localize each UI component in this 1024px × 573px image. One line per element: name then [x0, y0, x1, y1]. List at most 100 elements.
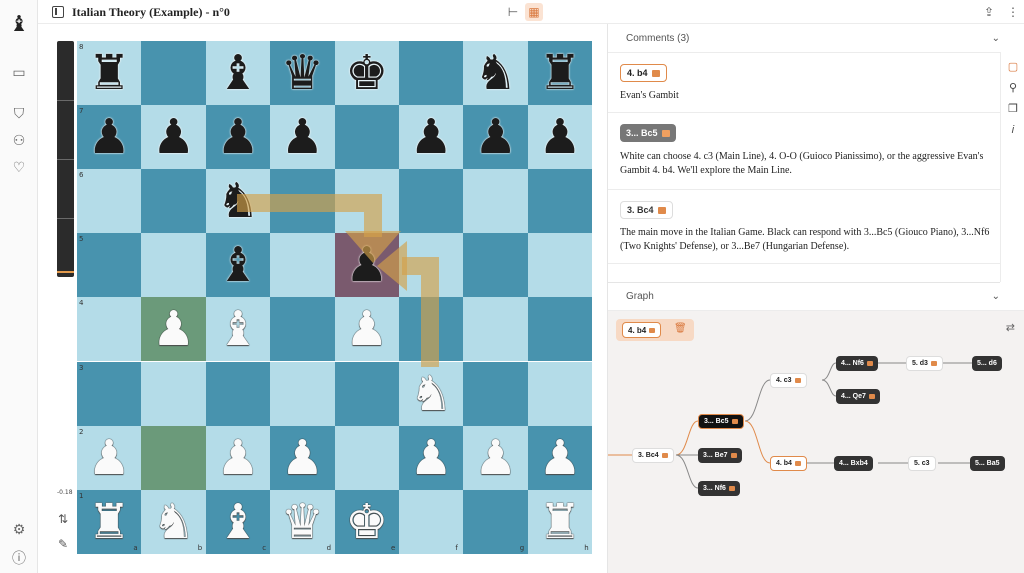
black-pawn-icon[interactable]: ♟ [206, 105, 270, 169]
comment-icon[interactable]: ▢ [1005, 58, 1021, 74]
square-f8[interactable] [399, 41, 464, 106]
graph-node[interactable]: 5... Ba5 [970, 456, 1005, 471]
white-knight-icon[interactable]: ♞ [141, 490, 205, 554]
black-knight-icon[interactable]: ♞ [463, 41, 527, 105]
black-rook-icon[interactable]: ♜ [77, 41, 141, 105]
graph-node[interactable]: 4... Nf6 [836, 356, 878, 371]
white-pawn-icon[interactable]: ♟ [528, 426, 592, 490]
graph-node[interactable]: 5... d6 [972, 356, 1002, 371]
square-b3[interactable] [141, 361, 206, 426]
white-pawn-icon[interactable]: ♟ [77, 426, 141, 490]
black-queen-icon[interactable]: ♛ [270, 41, 334, 105]
square-h6[interactable] [527, 169, 593, 234]
hand-heart-icon[interactable]: ♡ [9, 158, 29, 178]
square-f5[interactable] [399, 233, 464, 298]
black-bishop-icon[interactable]: ♝ [206, 41, 270, 105]
shield-check-icon[interactable]: ⛉ [9, 104, 29, 124]
board-view-icon[interactable]: ▦ [525, 3, 543, 21]
square-e2[interactable] [334, 425, 399, 490]
white-king-icon[interactable]: ♚ [335, 490, 399, 554]
square-h5[interactable] [527, 233, 593, 298]
square-f6[interactable] [399, 169, 464, 234]
graph-header[interactable]: Graph ⌄ [608, 282, 1000, 310]
comments-header[interactable]: Comments (3) ⌄ [608, 24, 1000, 52]
black-bishop-icon[interactable]: ♝ [206, 233, 270, 297]
share-icon[interactable]: ⇪ [980, 3, 998, 21]
pen-icon[interactable]: ✎ [58, 537, 68, 551]
square-e3[interactable] [334, 361, 399, 426]
gear-icon[interactable]: ⚙ [9, 520, 29, 540]
comment-move-chip[interactable]: 4. b4 [620, 64, 667, 82]
graph-node[interactable]: 5. d3 [906, 356, 943, 371]
chess-board[interactable]: ♜ ♝ ♛ ♚ ♞ ♜ ♟ ♟ ♟ ♟ ♟ ♟ ♟ ♞ ♝ ♟ ♟ ♝ ♟ ♞ ♟ ♟ ♟ ♟ ♟ ♟ ♜ ♞ ♝ ♛ ♚ ♜ 8765432… [77, 41, 593, 554]
square-d4[interactable] [270, 297, 335, 362]
white-bishop-icon[interactable]: ♝ [206, 297, 270, 361]
square-g5[interactable] [463, 233, 528, 298]
black-pawn-icon[interactable]: ♟ [141, 105, 205, 169]
white-pawn-icon[interactable]: ♟ [270, 426, 334, 490]
comment-move-chip[interactable]: 3... Bc5 [620, 124, 676, 142]
help-icon[interactable]: ⓘ [9, 548, 29, 568]
square-g6[interactable] [463, 169, 528, 234]
sidebar-toggle-icon[interactable] [52, 6, 64, 18]
graph-node[interactable]: 5. c3 [908, 456, 936, 471]
square-b8[interactable] [141, 41, 206, 106]
white-knight-icon[interactable]: ♞ [399, 362, 463, 426]
square-a3[interactable] [77, 361, 142, 426]
people-icon[interactable]: ⚇ [9, 131, 29, 151]
square-b6[interactable] [141, 169, 206, 234]
black-pawn-icon[interactable]: ♟ [270, 105, 334, 169]
graph-node[interactable]: 4. b4 [770, 456, 807, 471]
comment-move-chip[interactable]: 3. Bc4 [620, 201, 673, 219]
chess-bishop-logo-icon[interactable]: ♝ [9, 12, 29, 37]
comment-item[interactable]: 3. Bc4 The main move in the Italian Game… [608, 190, 1000, 264]
chevron-down-icon[interactable]: ⌄ [992, 33, 1000, 44]
square-f4[interactable] [399, 297, 464, 362]
square-f1[interactable] [399, 489, 464, 554]
square-a4[interactable] [77, 297, 142, 362]
square-g1[interactable] [463, 489, 528, 554]
add-user-icon[interactable]: ⚲ [1005, 79, 1021, 95]
swap-icon[interactable]: ⇄ [1006, 321, 1015, 334]
flip-board-icon[interactable]: ⇅ [58, 512, 68, 526]
white-rook-icon[interactable]: ♜ [528, 490, 592, 554]
square-d3[interactable] [270, 361, 335, 426]
white-pawn-icon[interactable]: ♟ [335, 297, 399, 361]
square-h4[interactable] [527, 297, 593, 362]
black-pawn-icon[interactable]: ♟ [528, 105, 592, 169]
square-d6[interactable] [270, 169, 335, 234]
square-a6[interactable] [77, 169, 142, 234]
more-options-icon[interactable]: ⋮ [1004, 3, 1022, 21]
comment-item[interactable]: 3... Bc5 White can choose 4. c3 (Main Li… [608, 113, 1000, 190]
square-g4[interactable] [463, 297, 528, 362]
square-e7[interactable] [334, 105, 399, 170]
graph-node[interactable]: 3... Bc5 [698, 414, 744, 429]
square-g3[interactable] [463, 361, 528, 426]
chevron-down-icon[interactable]: ⌄ [992, 291, 1000, 302]
square-b5[interactable] [141, 233, 206, 298]
white-pawn-icon[interactable]: ♟ [206, 426, 270, 490]
white-pawn-icon[interactable]: ♟ [399, 426, 463, 490]
graph-node[interactable]: 4... Bxb4 [834, 456, 873, 471]
black-pawn-icon[interactable]: ♟ [77, 105, 141, 169]
comment-item[interactable]: 4. b4 Evan's Gambit [608, 53, 1000, 113]
square-e6[interactable] [334, 169, 399, 234]
graph-node[interactable]: 3... Be7 [698, 448, 742, 463]
square-c3[interactable] [205, 361, 271, 426]
black-pawn-icon[interactable]: ♟ [335, 233, 399, 297]
white-pawn-icon[interactable]: ♟ [141, 297, 205, 361]
square-d5[interactable] [270, 233, 335, 298]
folder-icon[interactable]: ▭ [9, 63, 29, 83]
black-king-icon[interactable]: ♚ [335, 41, 399, 105]
move-graph[interactable]: 4. b4 🗑 ⇄ 3. Bc4 3... Bc5 3... Be7 3... … [608, 310, 1024, 573]
graph-node[interactable]: 3. Bc4 [632, 448, 674, 463]
square-b2[interactable] [141, 425, 206, 490]
selected-move-chip[interactable]: 4. b4 [622, 322, 662, 338]
graph-node[interactable]: 4. c3 [770, 373, 807, 388]
white-rook-icon[interactable]: ♜ [77, 490, 141, 554]
tree-view-icon[interactable]: ⊢ [504, 3, 522, 21]
graph-node[interactable]: 3... Nf6 [698, 481, 740, 496]
white-pawn-icon[interactable]: ♟ [463, 426, 527, 490]
trash-icon[interactable]: 🗑 [674, 323, 687, 334]
black-rook-icon[interactable]: ♜ [528, 41, 592, 105]
